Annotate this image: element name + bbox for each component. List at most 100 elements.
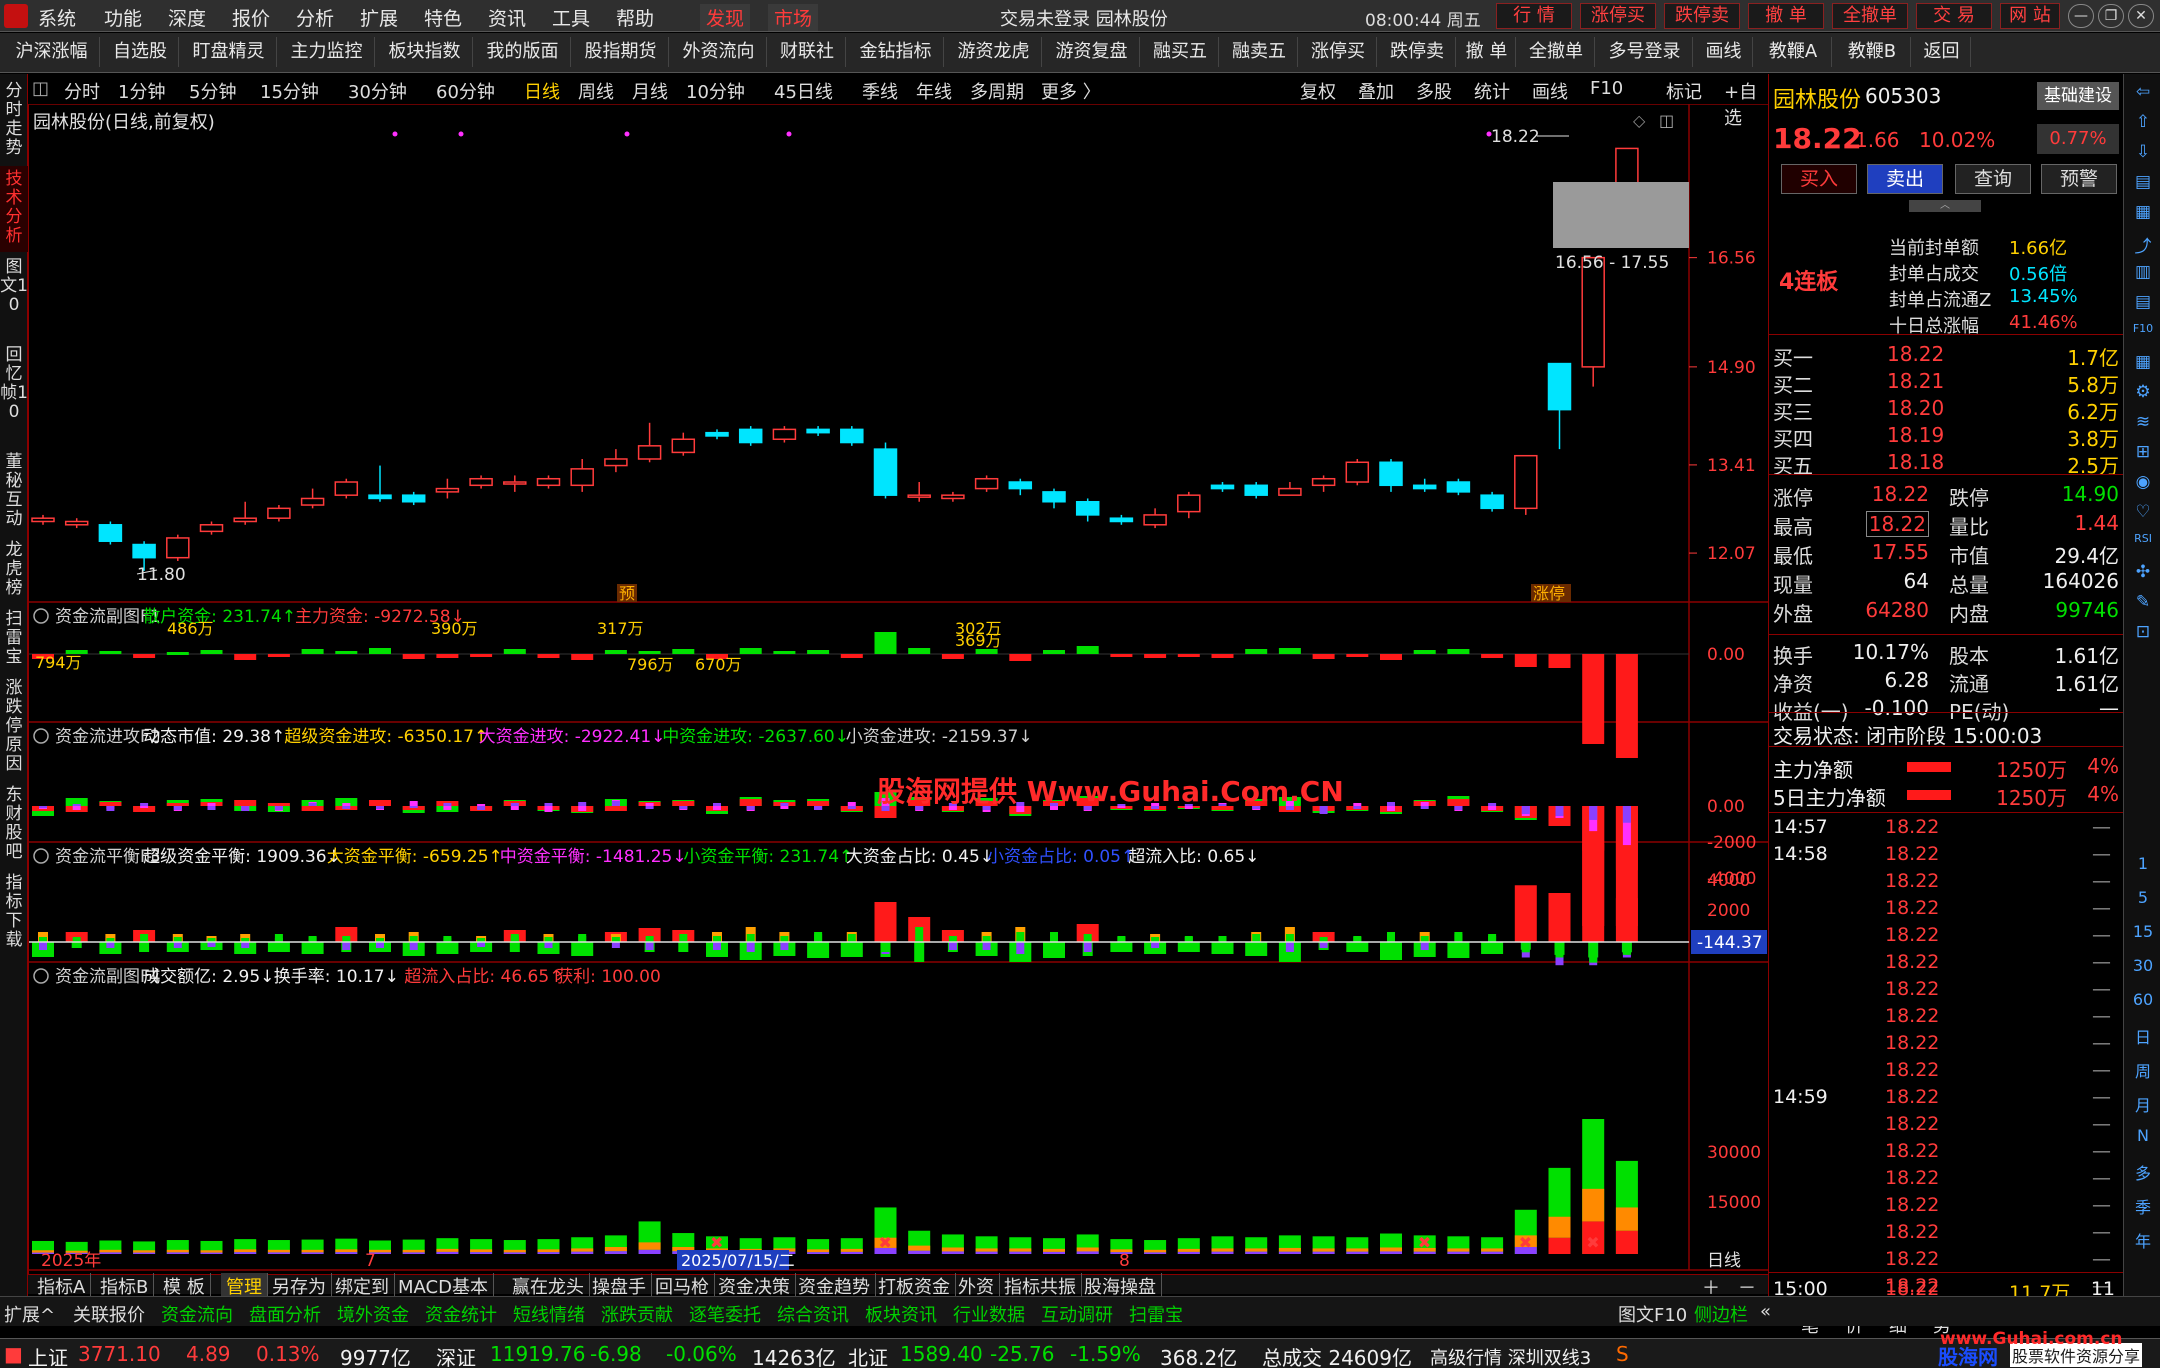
toolbar-button[interactable]: 我的版面 [475, 37, 571, 67]
left-sidebar-item[interactable]: 东财股吧 [0, 782, 28, 868]
period-item[interactable]: 分时 [64, 78, 100, 104]
period-item[interactable]: 10分钟 [686, 78, 745, 104]
period-right-item[interactable]: 叠加 [1358, 78, 1394, 104]
bid-price[interactable]: 18.18 [1887, 450, 1944, 474]
trade-button[interactable]: 行 情 [1496, 3, 1572, 29]
side-period-item[interactable]: 15 [2130, 922, 2156, 941]
side-tool-icon[interactable]: ⊞ [2130, 442, 2156, 462]
link-item[interactable]: 综合资讯 [777, 1301, 849, 1327]
side-tool-icon[interactable]: ▥ [2130, 262, 2156, 282]
toolbar-button[interactable]: 自选股 [102, 37, 179, 67]
minimize-icon[interactable]: — [2068, 4, 2094, 28]
bid-price[interactable]: 18.19 [1887, 423, 1944, 447]
trade-button[interactable]: 网 站 [2000, 3, 2060, 29]
toolbar-button[interactable]: 教鞭A [1755, 37, 1832, 67]
link-item[interactable]: 资金流向 [161, 1301, 233, 1327]
side-tool-icon[interactable]: ⇦ [2130, 82, 2156, 102]
link-item[interactable]: 板块资讯 [865, 1301, 937, 1327]
left-sidebar-item[interactable]: 技术分析 [0, 166, 28, 252]
menu-item[interactable]: 资讯 [488, 4, 526, 31]
side-tool-icon[interactable]: ✎ [2130, 592, 2156, 612]
side-tool-icon[interactable]: ▤ [2130, 292, 2156, 312]
menu-item[interactable]: 系统 [38, 4, 76, 31]
side-tool-icon[interactable]: ⚙ [2130, 382, 2156, 402]
period-item[interactable]: 30分钟 [348, 78, 407, 104]
toolbar-button[interactable]: 教鞭B [1834, 37, 1911, 67]
toolbar-button[interactable]: 全撤单 [1518, 37, 1595, 67]
chart-area[interactable]: 16.56 14.90 13.41 12.07 16.56 - 17.55 18.22 11… [28, 104, 1769, 1274]
link-item[interactable]: 互动调研 [1041, 1301, 1113, 1327]
order-button[interactable]: 卖出 [1867, 164, 1943, 194]
side-period-item[interactable]: N [2130, 1126, 2156, 1145]
period-item[interactable]: 1分钟 [118, 78, 165, 104]
period-right-item[interactable]: 标记 [1666, 78, 1702, 104]
period-right-item[interactable]: 画线 [1532, 78, 1568, 104]
toolbar-button[interactable]: 融买五 [1142, 37, 1219, 67]
link-item[interactable]: 扩展^ [4, 1301, 55, 1327]
toolbar-button[interactable]: 融卖五 [1221, 37, 1298, 67]
link-item[interactable]: 行业数据 [953, 1301, 1025, 1327]
trade-button[interactable]: 全撤单 [1832, 3, 1908, 29]
side-tool-icon[interactable]: ⇩ [2130, 142, 2156, 162]
side-tool-icon[interactable]: RSI [2130, 532, 2156, 545]
menu-item[interactable]: 帮助 [616, 4, 654, 31]
period-item[interactable]: 周线 [578, 78, 614, 104]
period-right-item[interactable]: 多股 [1416, 78, 1452, 104]
order-button[interactable]: 买入 [1781, 164, 1857, 194]
toolbar-button[interactable]: 画线 [1695, 37, 1753, 67]
link-item[interactable]: 逐笔委托 [689, 1301, 761, 1327]
toolbar-button[interactable]: 主力监控 [279, 37, 375, 67]
trade-button[interactable]: 交 易 [1916, 3, 1992, 29]
side-tool-icon[interactable]: F10 [2130, 322, 2156, 335]
trade-button[interactable]: 撤 单 [1748, 3, 1824, 29]
period-item[interactable]: 更多 〉 [1041, 78, 1101, 104]
toolbar-button[interactable]: 游资龙虎 [946, 37, 1042, 67]
side-tool-icon[interactable]: ▦ [2130, 352, 2156, 372]
bid-price[interactable]: 18.21 [1887, 369, 1944, 393]
side-period-item[interactable]: 季 [2130, 1194, 2156, 1218]
period-item[interactable]: 45日线 [774, 78, 833, 104]
link-item[interactable]: 关联报价 [73, 1301, 145, 1327]
toolbar-button[interactable]: 外资流向 [671, 37, 767, 67]
toolbar-button[interactable]: 多号登录 [1597, 37, 1693, 67]
toolbar-button[interactable]: 股指期货 [573, 37, 669, 67]
menu-item-highlight[interactable]: 发现 [700, 4, 751, 31]
left-sidebar-item[interactable]: 董秘互动 [0, 449, 28, 535]
side-tool-icon[interactable]: ◉ [2130, 472, 2156, 492]
side-tool-icon[interactable]: ▦ [2130, 202, 2156, 222]
link-right[interactable]: 图文F10 [1618, 1301, 1687, 1327]
period-item[interactable]: 季线 [862, 78, 898, 104]
side-period-item[interactable]: 多 [2130, 1160, 2156, 1184]
left-sidebar-item[interactable]: 图文10 [0, 254, 28, 340]
side-tool-icon[interactable]: ⤴ [2130, 232, 2156, 257]
side-tool-icon[interactable]: ▤ [2130, 172, 2156, 192]
period-right-item[interactable]: F10 [1590, 78, 1623, 99]
connection-line[interactable]: 高级行情 深圳双线3 [1430, 1344, 1591, 1368]
period-item[interactable]: 年线 [916, 78, 952, 104]
menu-item[interactable]: 工具 [552, 4, 590, 31]
toolbar-button[interactable]: 跌停卖 [1379, 37, 1456, 67]
period-item[interactable]: 5分钟 [189, 78, 236, 104]
left-sidebar-item[interactable]: 扫雷宝 [0, 606, 28, 673]
side-period-item[interactable]: 周 [2130, 1058, 2156, 1082]
side-tool-icon[interactable]: ♡ [2130, 502, 2156, 522]
side-period-item[interactable]: 1 [2130, 854, 2156, 873]
toolbar-button[interactable]: 游资复盘 [1044, 37, 1140, 67]
left-sidebar-item[interactable]: 分时走势 [0, 78, 28, 164]
side-tool-icon[interactable]: ✣ [2130, 562, 2156, 582]
toolbar-button[interactable]: 撤 单 [1458, 37, 1516, 67]
collapse-icon[interactable]: ︿ [1909, 200, 1981, 212]
toolbar-button[interactable]: 沪深涨幅 [4, 37, 100, 67]
panel-toggle-icon[interactable]: ◫ [32, 78, 49, 99]
menu-item[interactable]: 特色 [424, 4, 462, 31]
menu-item[interactable]: 报价 [232, 4, 270, 31]
side-tool-icon[interactable]: ≋ [2130, 412, 2156, 432]
trade-button[interactable]: 跌停卖 [1664, 3, 1740, 29]
side-period-item[interactable]: 60 [2130, 990, 2156, 1009]
restore-icon[interactable]: ❐ [2098, 4, 2124, 28]
toolbar-button[interactable]: 板块指数 [377, 37, 473, 67]
side-period-item[interactable]: 日 [2130, 1024, 2156, 1048]
period-item[interactable]: 60分钟 [436, 78, 495, 104]
link-item[interactable]: 资金统计 [425, 1301, 497, 1327]
period-item[interactable]: 月线 [632, 78, 668, 104]
